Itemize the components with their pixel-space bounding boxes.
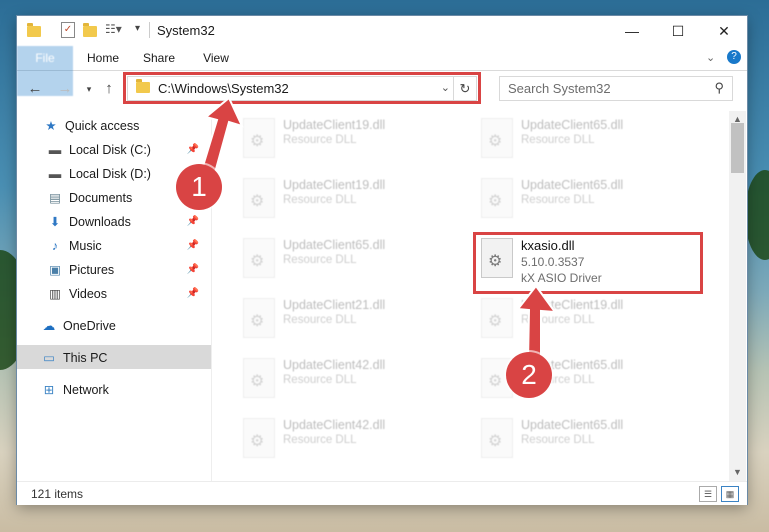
step-1-badge: 1 [176, 164, 222, 210]
callout-arrows [198, 96, 558, 365]
step-2-badge: 2 [506, 352, 552, 398]
